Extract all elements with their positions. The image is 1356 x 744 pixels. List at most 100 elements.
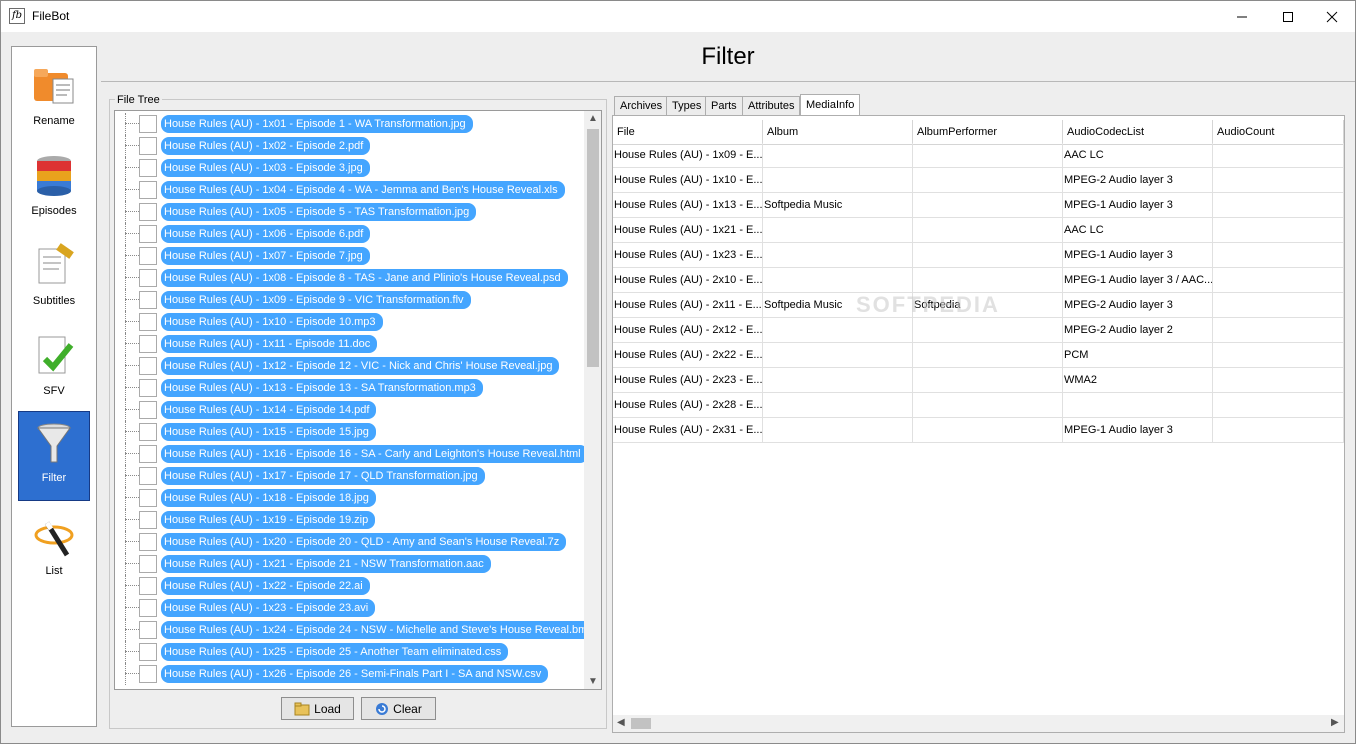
file-checkbox[interactable] — [139, 181, 157, 199]
table-row[interactable]: House Rules (AU) - 2x12 - E... MPEG-2 Aud… — [613, 318, 1344, 343]
file-name[interactable]: House Rules (AU) - 1x07 - Episode 7.jpg — [161, 247, 370, 265]
file-checkbox[interactable] — [139, 577, 157, 595]
tree-row[interactable]: House Rules (AU) - 1x10 - Episode 10.mp3 — [115, 311, 585, 333]
table-row[interactable]: House Rules (AU) - 2x23 - E... WMA2 — [613, 368, 1344, 393]
file-checkbox[interactable] — [139, 379, 157, 397]
file-checkbox[interactable] — [139, 423, 157, 441]
file-name[interactable]: House Rules (AU) - 1x21 - Episode 21 - N… — [161, 555, 491, 573]
file-name[interactable]: House Rules (AU) - 1x09 - Episode 9 - VI… — [161, 291, 471, 309]
table-row[interactable]: House Rules (AU) - 1x23 - E... MPEG-1 Aud… — [613, 243, 1344, 268]
file-checkbox[interactable] — [139, 599, 157, 617]
tab-parts[interactable]: Parts — [705, 96, 743, 116]
file-name[interactable]: House Rules (AU) - 1x02 - Episode 2.pdf — [161, 137, 371, 155]
maximize-button[interactable] — [1265, 1, 1311, 32]
file-name[interactable]: House Rules (AU) - 1x03 - Episode 3.jpg — [161, 159, 370, 177]
tree-row[interactable]: House Rules (AU) - 1x09 - Episode 9 - VI… — [115, 289, 585, 311]
file-tree-scroll-thumb[interactable] — [587, 129, 599, 367]
tree-row[interactable]: House Rules (AU) - 1x15 - Episode 15.jpg — [115, 421, 585, 443]
file-checkbox[interactable] — [139, 357, 157, 375]
file-tree[interactable]: House Rules (AU) - 1x01 - Episode 1 - WA… — [114, 110, 602, 690]
table-row[interactable]: House Rules (AU) - 1x13 - E... Softpedia … — [613, 193, 1344, 218]
tab-archives[interactable]: Archives — [614, 96, 669, 116]
table-horizontal-scrollbar[interactable]: ◀ ▶ — [613, 715, 1344, 732]
file-name[interactable]: House Rules (AU) - 1x06 - Episode 6.pdf — [161, 225, 371, 243]
file-name[interactable]: House Rules (AU) - 1x22 - Episode 22.ai — [161, 577, 370, 595]
file-name[interactable]: House Rules (AU) - 1x14 - Episode 14.pdf — [161, 401, 377, 419]
file-checkbox[interactable] — [139, 203, 157, 221]
tree-row[interactable]: House Rules (AU) - 1x02 - Episode 2.pdf — [115, 135, 585, 157]
file-name[interactable]: House Rules (AU) - 1x26 - Episode 26 - S… — [161, 665, 549, 683]
column-header[interactable]: AudioCodecList — [1063, 120, 1213, 145]
tree-row[interactable]: House Rules (AU) - 1x12 - Episode 12 - V… — [115, 355, 585, 377]
file-name[interactable]: House Rules (AU) - 1x24 - Episode 24 - N… — [161, 621, 601, 639]
file-checkbox[interactable] — [139, 137, 157, 155]
file-name[interactable]: House Rules (AU) - 1x18 - Episode 18.jpg — [161, 489, 376, 507]
tree-row[interactable]: House Rules (AU) - 1x04 - Episode 4 - WA… — [115, 179, 585, 201]
tree-row[interactable]: House Rules (AU) - 1x11 - Episode 11.doc — [115, 333, 585, 355]
scroll-right-arrow-icon[interactable]: ▶ — [1331, 717, 1339, 728]
file-name[interactable]: House Rules (AU) - 1x25 - Episode 25 - A… — [161, 643, 509, 661]
file-name[interactable]: House Rules (AU) - 1x12 - Episode 12 - V… — [161, 357, 560, 375]
file-name[interactable]: House Rules (AU) - 1x17 - Episode 17 - Q… — [161, 467, 485, 485]
file-checkbox[interactable] — [139, 489, 157, 507]
file-checkbox[interactable] — [139, 313, 157, 331]
tree-row[interactable]: House Rules (AU) - 1x13 - Episode 13 - S… — [115, 377, 585, 399]
sidebar-item-list[interactable]: List — [18, 505, 90, 595]
load-button[interactable]: Load — [281, 697, 354, 720]
file-name[interactable]: House Rules (AU) - 1x20 - Episode 20 - Q… — [161, 533, 567, 551]
file-name[interactable]: House Rules (AU) - 1x05 - Episode 5 - TA… — [161, 203, 477, 221]
file-checkbox[interactable] — [139, 555, 157, 573]
file-checkbox[interactable] — [139, 225, 157, 243]
tree-row[interactable]: House Rules (AU) - 1x21 - Episode 21 - N… — [115, 553, 585, 575]
file-checkbox[interactable] — [139, 533, 157, 551]
sidebar-item-rename[interactable]: Rename — [18, 55, 90, 145]
tab-attributes[interactable]: Attributes — [742, 96, 801, 116]
file-name[interactable]: House Rules (AU) - 1x16 - Episode 16 - S… — [161, 445, 588, 463]
file-checkbox[interactable] — [139, 511, 157, 529]
tab-types[interactable]: Types — [666, 96, 708, 116]
sidebar-item-episodes[interactable]: Episodes — [18, 145, 90, 235]
file-checkbox[interactable] — [139, 269, 157, 287]
column-header[interactable]: Album — [763, 120, 913, 145]
file-name[interactable]: House Rules (AU) - 1x04 - Episode 4 - WA… — [161, 181, 565, 199]
scroll-down-arrow-icon[interactable]: ▼ — [588, 676, 598, 687]
table-row[interactable]: House Rules (AU) - 1x09 - E... AAC LC — [613, 143, 1344, 168]
table-row[interactable]: House Rules (AU) - 2x28 - E... — [613, 393, 1344, 418]
file-checkbox[interactable] — [139, 159, 157, 177]
close-button[interactable] — [1309, 1, 1355, 32]
file-checkbox[interactable] — [139, 291, 157, 309]
tree-row[interactable]: House Rules (AU) - 1x23 - Episode 23.avi — [115, 597, 585, 619]
sidebar-item-sfv[interactable]: SFV — [18, 325, 90, 415]
file-name[interactable]: House Rules (AU) - 1x01 - Episode 1 - WA… — [161, 115, 473, 133]
tree-row[interactable]: House Rules (AU) - 1x08 - Episode 8 - TA… — [115, 267, 585, 289]
tree-row[interactable]: House Rules (AU) - 1x20 - Episode 20 - Q… — [115, 531, 585, 553]
table-row[interactable]: House Rules (AU) - 2x31 - E... MPEG-1 Aud… — [613, 418, 1344, 443]
file-checkbox[interactable] — [139, 335, 157, 353]
column-header[interactable]: File — [613, 120, 763, 145]
tree-row[interactable]: House Rules (AU) - 1x17 - Episode 17 - Q… — [115, 465, 585, 487]
file-name[interactable]: House Rules (AU) - 1x08 - Episode 8 - TA… — [161, 269, 568, 287]
tree-row[interactable]: House Rules (AU) - 1x25 - Episode 25 - A… — [115, 641, 585, 663]
tree-row[interactable]: House Rules (AU) - 1x05 - Episode 5 - TA… — [115, 201, 585, 223]
file-checkbox[interactable] — [139, 247, 157, 265]
table-row[interactable]: House Rules (AU) - 1x10 - E... MPEG-2 Aud… — [613, 168, 1344, 193]
scroll-left-arrow-icon[interactable]: ◀ — [617, 717, 625, 728]
file-checkbox[interactable] — [139, 401, 157, 419]
minimize-button[interactable] — [1219, 1, 1265, 32]
sidebar-item-filter[interactable]: Filter — [18, 411, 90, 501]
file-checkbox[interactable] — [139, 467, 157, 485]
sidebar-item-subtitles[interactable]: Subtitles — [18, 235, 90, 325]
scroll-up-arrow-icon[interactable]: ▲ — [588, 113, 598, 124]
tree-row[interactable]: House Rules (AU) - 1x07 - Episode 7.jpg — [115, 245, 585, 267]
tree-row[interactable]: House Rules (AU) - 1x18 - Episode 18.jpg — [115, 487, 585, 509]
file-name[interactable]: House Rules (AU) - 1x13 - Episode 13 - S… — [161, 379, 483, 397]
file-checkbox[interactable] — [139, 621, 157, 639]
file-name[interactable]: House Rules (AU) - 1x23 - Episode 23.avi — [161, 599, 376, 617]
tab-mediainfo[interactable]: MediaInfo — [800, 94, 861, 116]
tree-row[interactable]: House Rules (AU) - 1x16 - Episode 16 - S… — [115, 443, 588, 465]
clear-button[interactable]: Clear — [361, 697, 436, 720]
file-name[interactable]: House Rules (AU) - 1x15 - Episode 15.jpg — [161, 423, 376, 441]
tree-row[interactable]: House Rules (AU) - 1x24 - Episode 24 - N… — [115, 619, 601, 641]
table-row[interactable]: House Rules (AU) - 2x10 - E... MPEG-1 Aud… — [613, 268, 1344, 293]
tree-row[interactable]: House Rules (AU) - 1x06 - Episode 6.pdf — [115, 223, 585, 245]
